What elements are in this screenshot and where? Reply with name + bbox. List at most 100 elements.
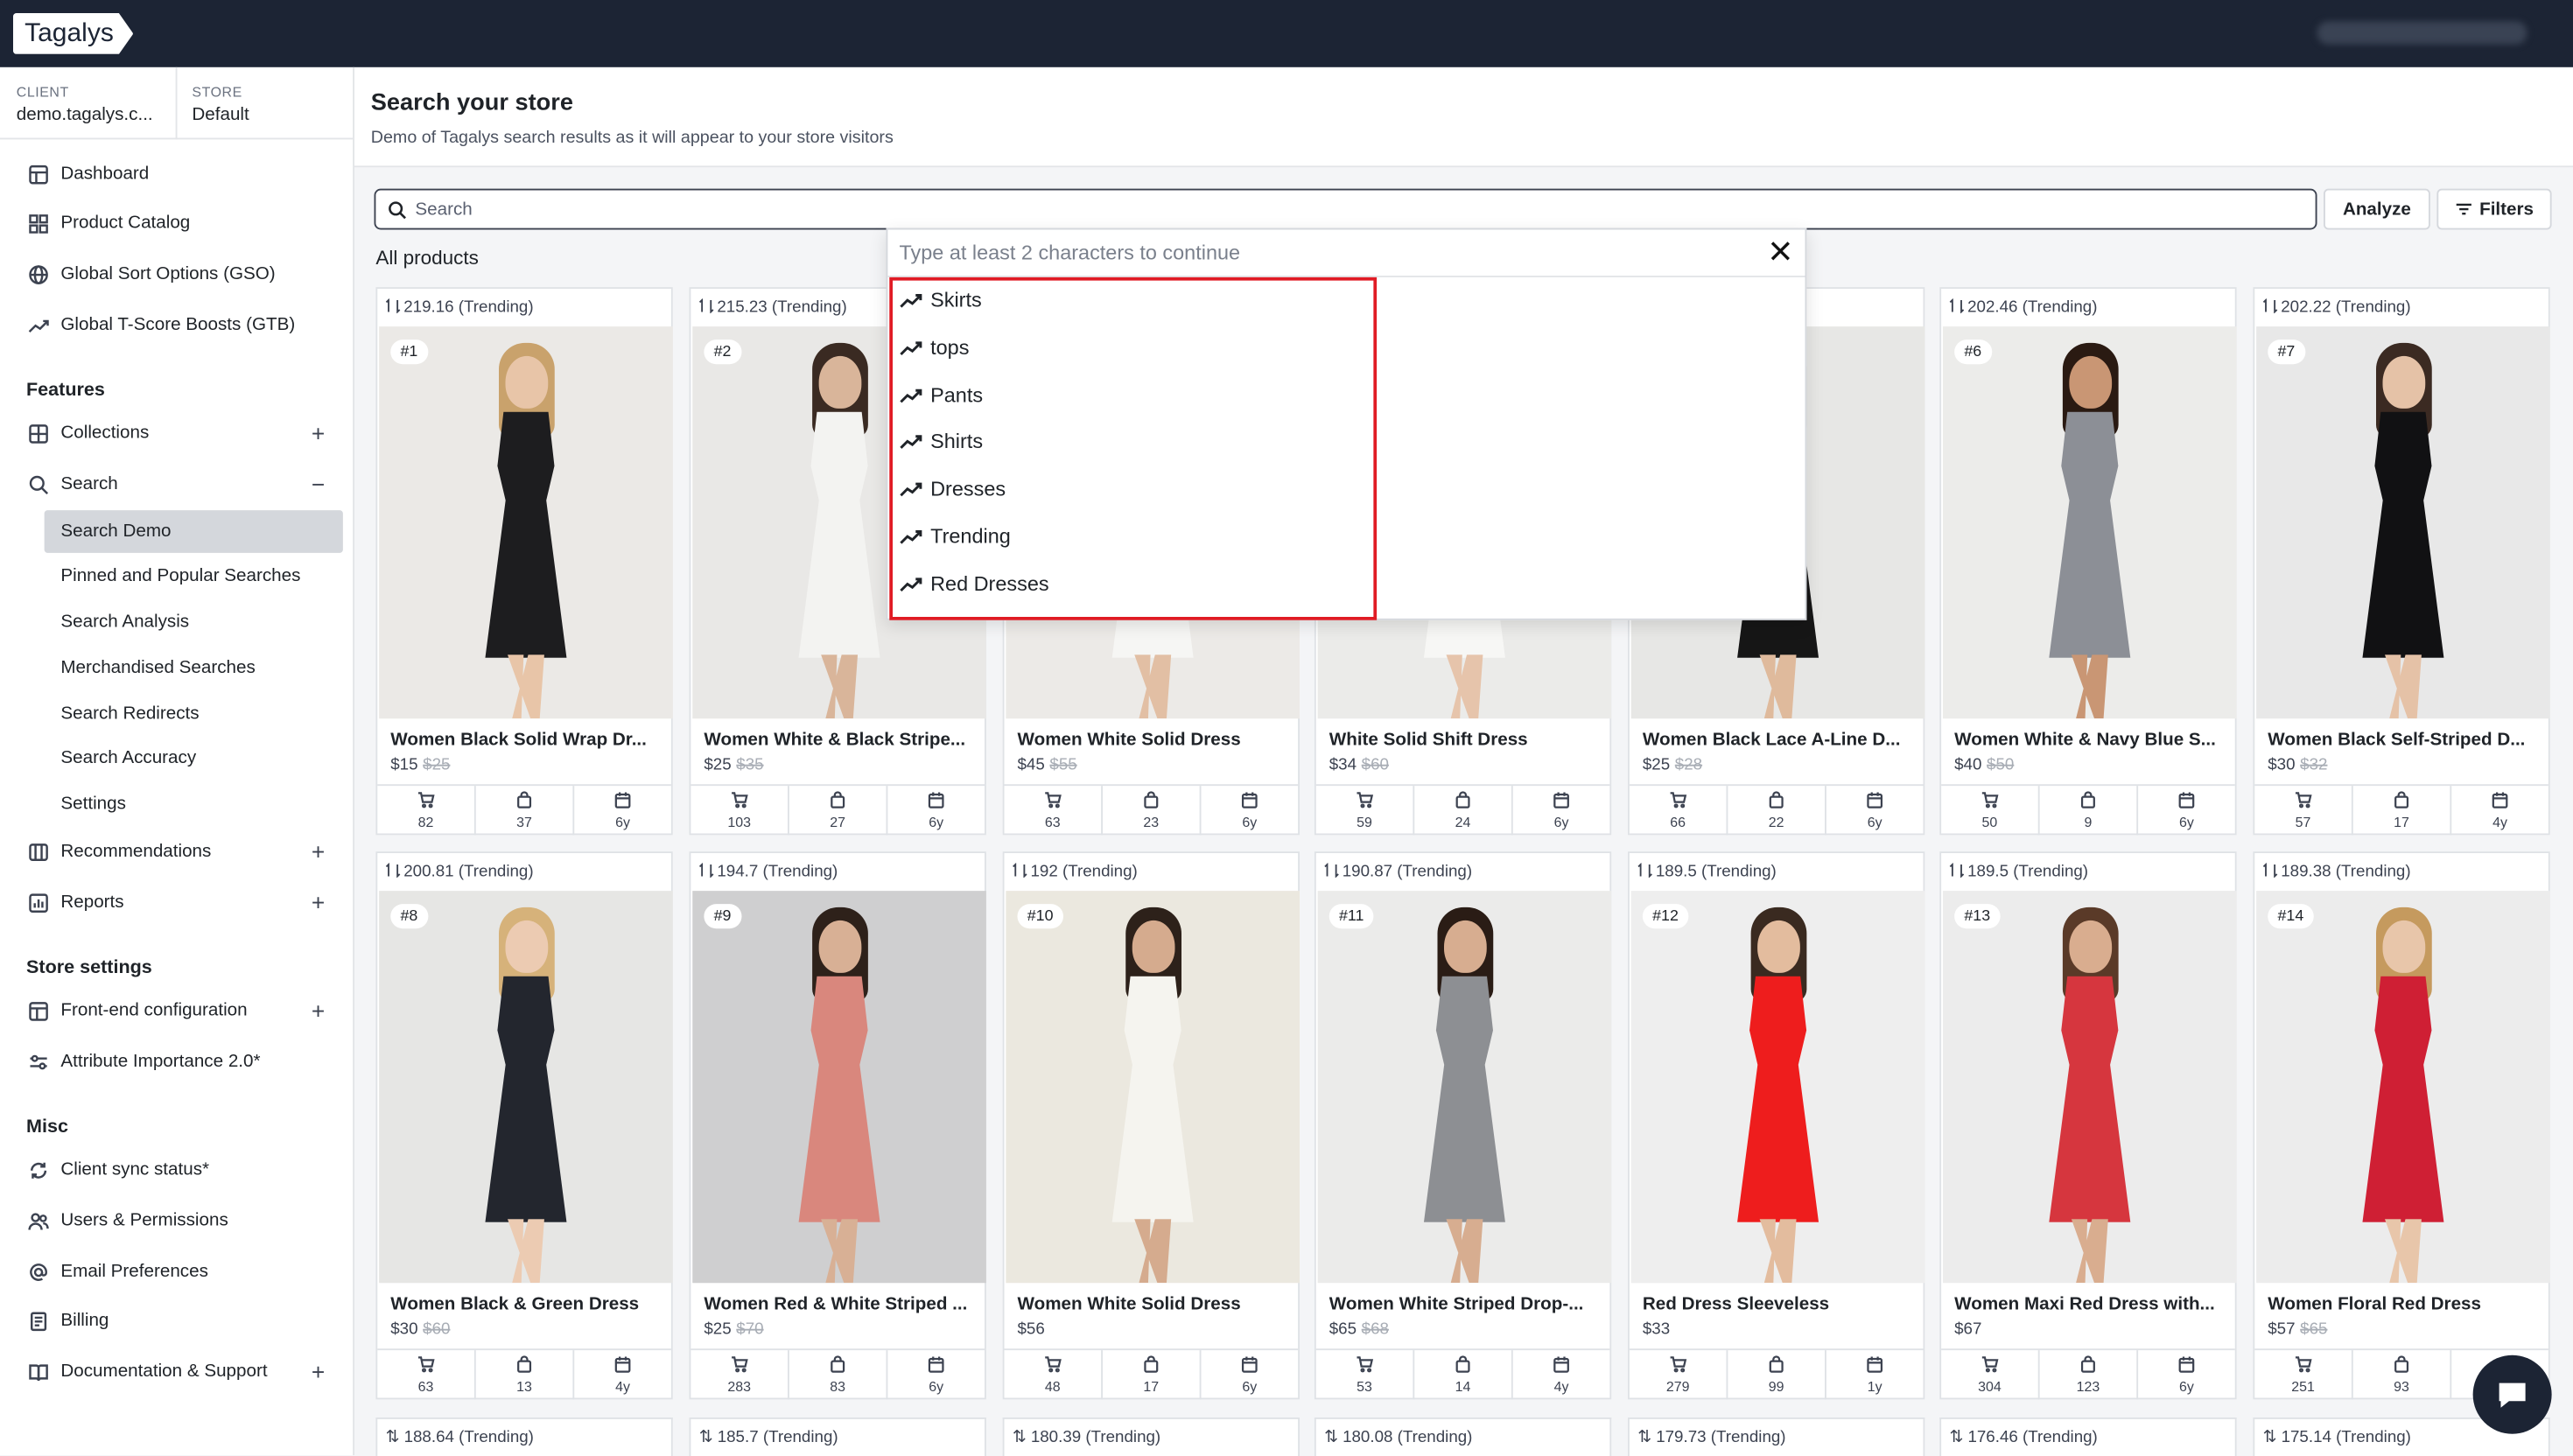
product-image[interactable]: #10 (1006, 891, 1300, 1284)
product-card[interactable]: 219.16 (Trending) #1 Women Black Solid Wra… (375, 287, 673, 836)
age-stat: 6y (887, 1350, 985, 1399)
product-name[interactable]: Women White & Navy Blue S... (1954, 730, 2226, 750)
product-name[interactable]: Women Maxi Red Dress with... (1954, 1294, 2226, 1314)
product-card[interactable]: ⇅ 180.39 (Trending) (1002, 1418, 1300, 1456)
sidebar-item-attribute-importance[interactable]: Attribute Importance 2.0* (26, 1044, 341, 1080)
product-name[interactable]: Women Floral Red Dress (2268, 1294, 2540, 1314)
sidebar-item-documentation[interactable]: Documentation & Support + (26, 1354, 341, 1390)
product-card[interactable]: 189.5 (Trending) #13 Women Maxi Red Dress … (1939, 851, 2237, 1400)
expand-icon[interactable]: + (312, 422, 325, 444)
product-card[interactable]: 192 (Trending) #10 Women White Solid Dress… (1002, 851, 1300, 1400)
product-name[interactable]: Women White & Black Stripe... (704, 730, 976, 750)
sidebar-item-users-permissions[interactable]: Users & Permissions (26, 1202, 341, 1238)
chat-widget-button[interactable] (2472, 1354, 2552, 1434)
product-card[interactable]: ⇅ 176.46 (Trending) (1939, 1418, 2237, 1456)
product-image[interactable]: #11 (1317, 891, 1612, 1284)
suggestion-item[interactable]: Dresses (900, 472, 1006, 506)
tscore-value: 188.64 (Trending) (403, 1429, 534, 1447)
sidebar-item-product-catalog[interactable]: Product Catalog (26, 205, 341, 241)
product-card[interactable]: 194.7 (Trending) #9 Women Red & White Stri… (689, 851, 986, 1400)
cart-icon (1669, 1355, 1687, 1378)
sidebar-subitem-accuracy[interactable]: Search Accuracy (45, 737, 343, 780)
sidebar-subitem-redirects[interactable]: Search Redirects (45, 692, 343, 735)
product-name[interactable]: Women Black Self-Striped D... (2268, 730, 2540, 750)
close-icon[interactable] (1767, 238, 1793, 264)
product-image[interactable]: #8 (379, 891, 673, 1284)
sidebar-item-email-preferences[interactable]: Email Preferences (26, 1254, 341, 1290)
product-name[interactable]: Women White Striped Drop-... (1329, 1294, 1602, 1314)
product-image[interactable]: #6 (1943, 326, 2237, 719)
sidebar-subitem-pinned-popular[interactable]: Pinned and Popular Searches (45, 555, 343, 598)
tagalys-logo[interactable]: Tagalys (13, 13, 134, 54)
product-image[interactable]: #7 (2256, 326, 2550, 719)
product-image[interactable]: #14 (2256, 891, 2550, 1284)
orders-count: 83 (830, 1378, 846, 1395)
product-card[interactable]: 200.81 (Trending) #8 Women Black & Green D… (375, 851, 673, 1400)
product-card[interactable]: ⇅ 185.7 (Trending) (689, 1418, 986, 1456)
product-image[interactable]: #1 (379, 326, 673, 719)
product-name[interactable]: Women White Solid Dress (1018, 730, 1290, 750)
suggestion-item[interactable]: tops (900, 331, 969, 364)
expand-icon[interactable]: + (312, 999, 325, 1022)
sidebar-item-frontend-config[interactable]: Front-end configuration + (26, 992, 341, 1028)
suggestion-item[interactable]: Pants (900, 378, 983, 411)
orders-count: 13 (516, 1378, 532, 1395)
product-name[interactable]: Women Black Lace A-Line D... (1643, 730, 1915, 750)
sort-icon (1637, 862, 1652, 878)
sidebar-item-collections[interactable]: Collections + (26, 415, 341, 451)
filters-button[interactable]: Filters (2436, 188, 2552, 230)
suggestion-item[interactable]: Trending (900, 520, 1011, 553)
sidebar-item-reports[interactable]: Reports + (26, 885, 341, 920)
user-menu[interactable] (2317, 21, 2527, 45)
sidebar-item-label: Billing (60, 1311, 109, 1331)
tscore-label: 190.87 (Trending) (1324, 862, 1472, 881)
sidebar-item-billing[interactable]: Billing (26, 1303, 341, 1339)
client-selector[interactable]: CLIENT demo.tagalys.c... (17, 84, 174, 125)
product-name[interactable]: White Solid Shift Dress (1329, 730, 1602, 750)
product-image[interactable]: #13 (1943, 891, 2237, 1284)
suggestion-item[interactable]: Skirts (900, 284, 982, 317)
rank-badge: #11 (1329, 904, 1374, 929)
product-card[interactable]: ⇅ 188.64 (Trending) (375, 1418, 673, 1456)
price-value: $57 (2268, 1320, 2296, 1339)
tscore-label: 189.38 (Trending) (2262, 862, 2411, 881)
product-name[interactable]: Red Dress Sleeveless (1643, 1294, 1915, 1314)
expand-icon[interactable]: + (312, 840, 325, 863)
sidebar-item-gso[interactable]: Global Sort Options (GSO) (26, 256, 341, 292)
product-name[interactable]: Women Black & Green Dress (390, 1294, 663, 1314)
analyze-button[interactable]: Analyze (2324, 188, 2430, 230)
sidebar-subitem-search-demo[interactable]: Search Demo (44, 510, 343, 553)
product-card[interactable]: 190.87 (Trending) #11 Women White Striped … (1314, 851, 1612, 1400)
suggestion-item[interactable]: Shirts (900, 425, 983, 458)
store-selector[interactable]: STORE Default (192, 84, 249, 125)
sidebar-item-client-sync[interactable]: Client sync status* (26, 1152, 341, 1187)
suggestion-item[interactable]: Red Dresses (900, 567, 1049, 600)
product-card[interactable]: ⇅ 180.08 (Trending) (1314, 1418, 1612, 1456)
product-name[interactable]: Women Black Solid Wrap Dr... (390, 730, 663, 750)
search-input[interactable] (415, 195, 2286, 223)
product-card[interactable]: 202.22 (Trending) #7 Women Black Self-Stri… (2253, 287, 2550, 836)
product-card[interactable]: 189.38 (Trending) #14 Women Floral Red Dre… (2253, 851, 2550, 1400)
sidebar-subitem-merchandised[interactable]: Merchandised Searches (45, 647, 343, 690)
product-card[interactable]: 202.46 (Trending) #6 Women White & Navy Bl… (1939, 287, 2237, 836)
tscore-label: ⇅ 175.14 (Trending) (2262, 1429, 2411, 1447)
product-image[interactable]: #9 (692, 891, 986, 1284)
sidebar-item-search[interactable]: Search − (26, 466, 341, 502)
expand-icon[interactable]: + (312, 1360, 325, 1382)
cart-count: 304 (1978, 1378, 2002, 1395)
sidebar-subitem-settings[interactable]: Settings (45, 782, 343, 825)
age-stat: 6y (1202, 1350, 1299, 1399)
collapse-icon[interactable]: − (312, 472, 325, 495)
product-name[interactable]: Women White Solid Dress (1018, 1294, 1290, 1314)
product-card[interactable]: ⇅ 179.73 (Trending) (1628, 1418, 1925, 1456)
sidebar-item-gtb[interactable]: Global T-Score Boosts (GTB) (26, 307, 341, 343)
product-card[interactable]: 189.5 (Trending) #12 Red Dress Sleeveless $… (1628, 851, 1925, 1400)
sidebar-item-dashboard[interactable]: Dashboard (26, 156, 341, 192)
sidebar-subitem-search-analysis[interactable]: Search Analysis (45, 600, 343, 643)
product-image[interactable]: #12 (1630, 891, 1925, 1284)
product-name[interactable]: Women Red & White Striped ... (704, 1294, 976, 1314)
search-box[interactable] (374, 188, 2317, 230)
sidebar-item-recommendations[interactable]: Recommendations + (26, 834, 341, 870)
expand-icon[interactable]: + (312, 891, 325, 914)
dress-shape (2049, 976, 2131, 1222)
